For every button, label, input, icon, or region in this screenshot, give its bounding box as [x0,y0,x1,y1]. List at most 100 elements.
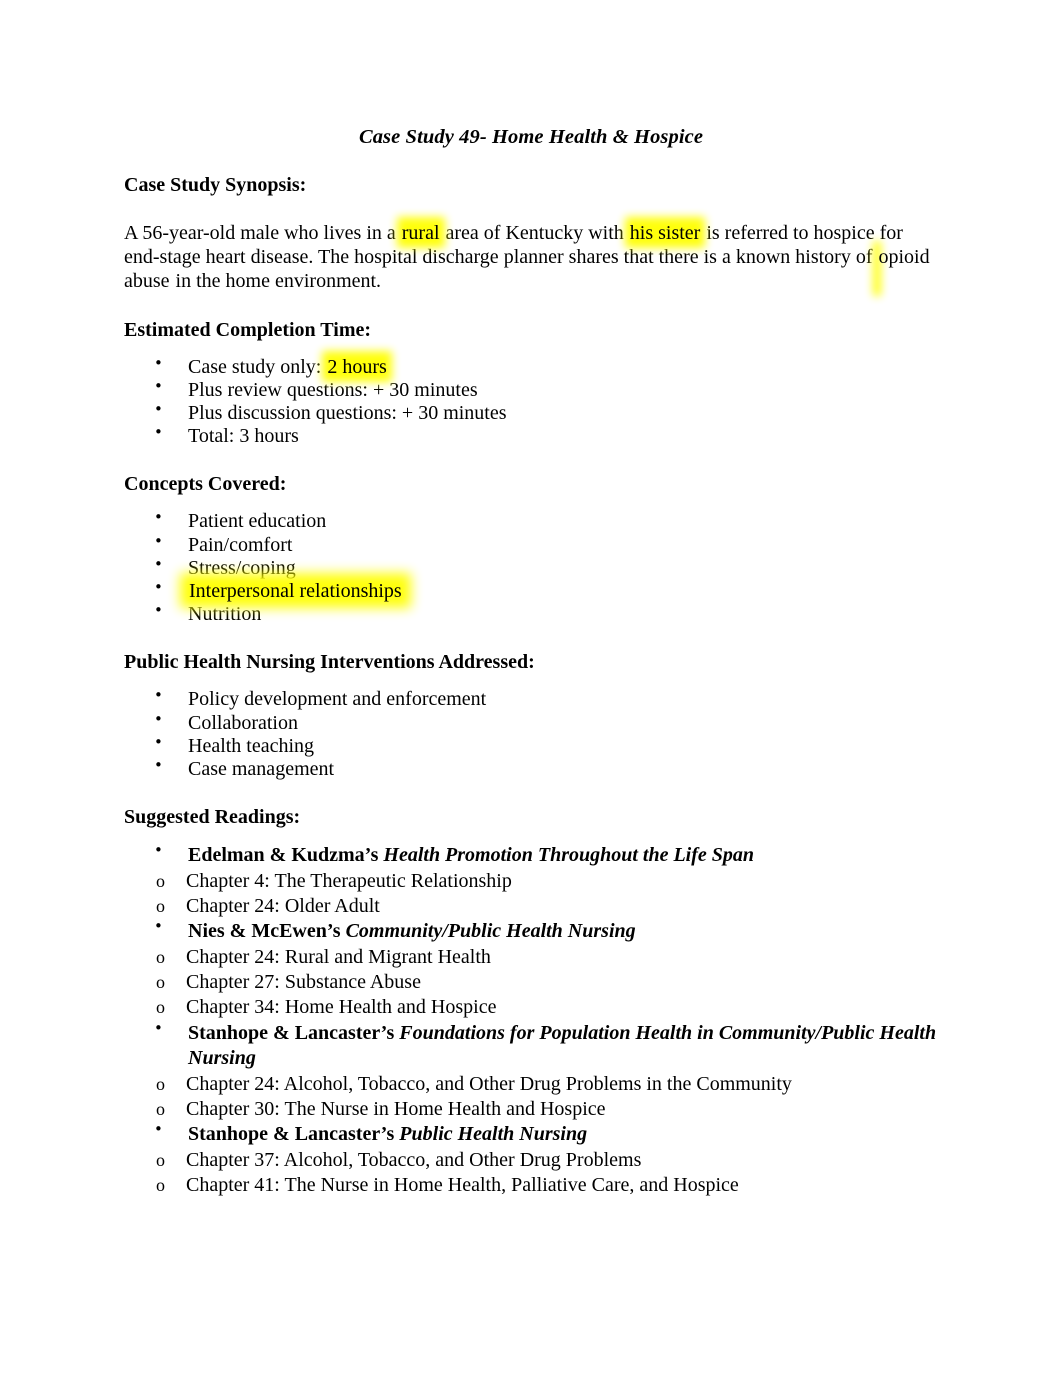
chapter-label: Chapter 34: Home Health and Hospice [186,996,497,1019]
chapter-item: o Chapter 41: The Nurse in Home Health, … [124,1173,938,1198]
sub-bullet-icon: o [156,1073,165,1094]
bullet-icon: • [154,686,163,705]
sub-bullet-icon: o [156,972,165,993]
chapter-label: Chapter 27: Substance Abuse [186,971,421,994]
list-item: • Plus discussion questions: + 30 minute… [124,400,938,425]
chapter-label: Chapter 24: Older Adult [186,895,380,918]
sub-bullet-icon: o [156,1149,165,1170]
concepts-list: • Patient education • Pain/comfort • Str… [124,508,938,626]
reading-title: Stanhope & Lancaster’s Foundations for P… [188,1022,936,1070]
bullet-icon: • [154,423,163,442]
reading-item: • Edelman & Kudzma’s Health Promotion Th… [124,841,938,869]
list-item: • Policy development and enforcement [124,686,938,711]
chapter-label: Chapter 4: The Therapeutic Relationship [186,869,512,892]
reading-chapters-list: o Chapter 24: Alcohol, Tobacco, and Othe… [124,1072,938,1123]
reading-title: Edelman & Kudzma’s Health Promotion Thro… [188,844,754,866]
bullet-icon: • [154,353,163,372]
bullet-icon: • [154,578,163,597]
highlight-interpersonal-relationships: Interpersonal relationships [189,580,402,603]
reading-title: Nies & McEwen’s Community/Public Health … [188,920,636,942]
reading-chapters-list: o Chapter 37: Alcohol, Tobacco, and Othe… [124,1148,938,1199]
document-body: Case Study 49- Home Health & Hospice Cas… [124,0,938,1198]
list-item-label: Health teaching [188,734,315,757]
highlight-2-hours: 2 hours [327,355,387,378]
reading-title: Stanhope & Lancaster’s Public Health Nur… [188,1123,587,1145]
chapter-item: o Chapter 24: Rural and Migrant Health [124,945,938,970]
reading-book-title: Health Promotion Throughout the Life Spa… [383,844,755,867]
bullet-icon: • [154,1018,163,1037]
estimated-time-list: • Case study only: 2 hours • Plus review… [124,353,938,449]
document-page: Case Study 49- Home Health & Hospice Cas… [0,0,1062,1377]
sub-bullet-icon: o [156,870,165,891]
list-item: • Collaboration [124,709,938,735]
bullet-icon: • [154,917,163,936]
bullet-icon: • [154,376,163,395]
sub-bullet-icon: o [156,946,165,967]
list-item: • Total: 3 hours [124,423,938,448]
highlight-rural: rural [401,222,440,244]
list-item: • Health teaching [124,732,938,758]
highlight-his-sister: his sister [629,222,701,244]
reading-item: • Nies & McEwen’s Community/Public Healt… [124,917,938,945]
chapter-label: Chapter 41: The Nurse in Home Health, Pa… [186,1174,739,1197]
chapter-item: o Chapter 27: Substance Abuse [124,970,938,995]
bullet-icon: • [154,756,163,775]
list-item-label: Case study only: [188,355,327,378]
reading-book-title: Community/Public Health Nursing [345,920,636,943]
list-item-label: Pain/comfort [188,533,293,556]
heading-estimated-completion-time: Estimated Completion Time: [124,318,372,341]
chapter-item: o Chapter 24: Alcohol, Tobacco, and Othe… [124,1072,938,1097]
chapter-item: o Chapter 34: Home Health and Hospice [124,995,938,1020]
reading-author: Edelman & Kudzma’s [188,844,384,867]
bullet-icon: • [154,1120,163,1139]
synopsis-paragraph: A 56-year-old male who lives in a rural … [124,221,938,294]
bullet-icon: • [154,400,163,419]
chapter-label: Chapter 30: The Nurse in Home Health and… [186,1098,606,1121]
list-item-label: Plus discussion questions: + 30 minutes [188,402,507,425]
chapter-item: o Chapter 4: The Therapeutic Relationshi… [124,869,938,894]
list-item: • Case study only: 2 hours [124,353,938,379]
bullet-icon: • [154,601,163,620]
list-item: • Patient education [124,508,938,533]
reading-author: Stanhope & Lancaster’s [188,1021,400,1044]
synopsis-text-1: A 56-year-old male who lives in a [124,222,401,244]
bullet-icon: • [154,732,163,751]
heading-public-health-nursing-interventions: Public Health Nursing Interventions Addr… [124,651,535,674]
list-item-label: Plus review questions: + 30 minutes [188,378,478,401]
chapter-label: Chapter 24: Rural and Migrant Health [186,945,491,968]
chapter-item: o Chapter 30: The Nurse in Home Health a… [124,1097,938,1122]
list-item-label: Patient education [188,510,327,533]
suggested-readings-list: • Edelman & Kudzma’s Health Promotion Th… [124,841,938,1199]
bullet-icon: • [154,841,163,860]
synopsis-text-2: area of Kentucky with [440,222,629,244]
reading-author: Stanhope & Lancaster’s [188,1123,400,1146]
chapter-item: o Chapter 24: Older Adult [124,894,938,919]
sub-bullet-icon: o [156,896,165,917]
reading-chapters-list: o Chapter 24: Rural and Migrant Health o… [124,945,938,1021]
heading-concepts-covered: Concepts Covered: [124,473,287,496]
list-item-label: Case management [188,758,335,781]
page-title: Case Study 49- Home Health & Hospice [358,126,704,148]
reading-book-title: Public Health Nursing [399,1123,588,1146]
list-item: • Plus review questions: + 30 minutes [124,376,938,402]
bullet-icon: • [154,531,163,550]
reading-item: • Stanhope & Lancaster’s Public Health N… [124,1120,938,1148]
bullet-icon: • [154,508,163,527]
sub-bullet-icon: o [156,1099,165,1120]
reading-author: Nies & McEwen’s [188,920,346,943]
list-item: • Interpersonal relationships [124,578,938,603]
sub-bullet-icon: o [156,997,165,1018]
list-item-label: Collaboration [188,711,298,734]
synopsis-text-4: in the home environment. [170,270,382,293]
list-item: • Case management [124,756,938,781]
heading-suggested-readings: Suggested Readings: [124,806,301,829]
chapter-label: Chapter 37: Alcohol, Tobacco, and Other … [186,1148,642,1171]
interventions-list: • Policy development and enforcement • C… [124,686,938,781]
bullet-icon: • [154,709,163,728]
bullet-icon: • [154,554,163,573]
chapter-label: Chapter 24: Alcohol, Tobacco, and Other … [186,1072,792,1095]
reading-chapters-list: o Chapter 4: The Therapeutic Relationshi… [124,869,938,920]
list-item: • Pain/comfort [124,531,938,557]
reading-item: • Stanhope & Lancaster’s Foundations for… [124,1018,938,1072]
list-item-label: Policy development and enforcement [188,688,487,711]
